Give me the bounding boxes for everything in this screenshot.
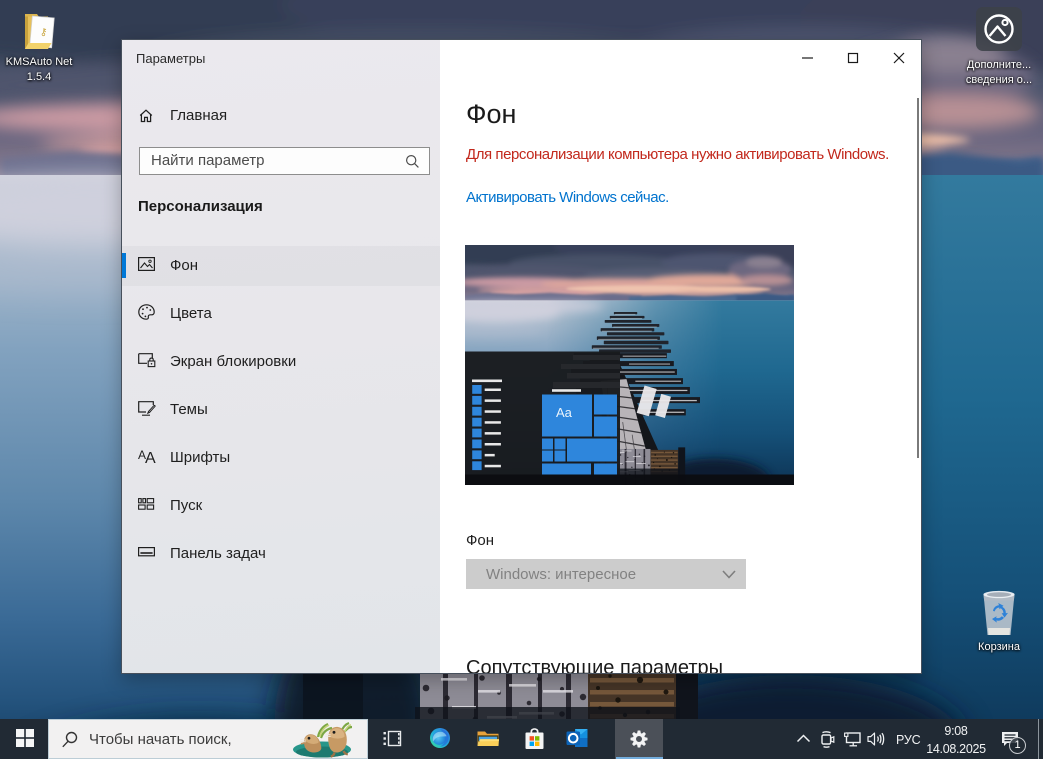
svg-text:Aa: Aa	[556, 405, 573, 420]
svg-text:⚷: ⚷	[39, 27, 47, 39]
